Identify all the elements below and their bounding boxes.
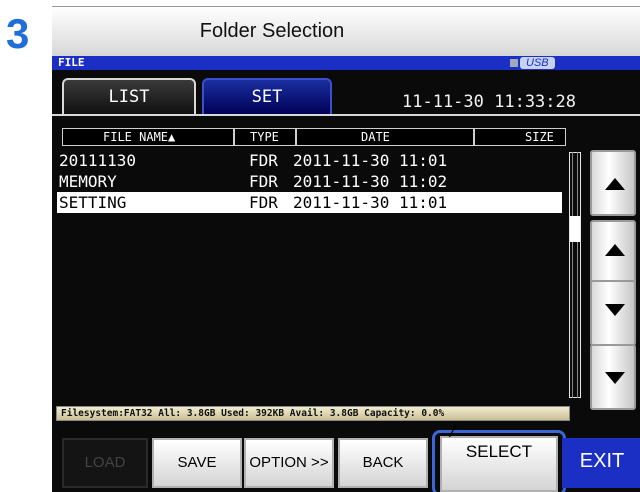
usb-label: USB <box>520 57 555 69</box>
column-header-size-label: SIZE <box>525 130 554 144</box>
file-name: 20111130 <box>59 151 137 170</box>
column-header-date-label: DATE <box>361 130 390 144</box>
list-item-selected[interactable]: SETTING FDR 2011-11-30 11:01 <box>57 192 562 213</box>
file-type: FDR <box>249 172 278 191</box>
device-screen: FILE USB LIST SET 11-11-30 11:33:28 FILE… <box>52 56 640 492</box>
column-header-type-label: TYPE <box>250 130 279 144</box>
page-down-button[interactable] <box>590 344 636 410</box>
screen-title: FILE <box>58 56 85 69</box>
tab-set[interactable]: SET <box>202 78 332 114</box>
file-type: FDR <box>249 151 278 170</box>
file-list: 20111130 FDR 2011-11-30 11:01 MEMORY FDR… <box>57 150 567 398</box>
list-item[interactable]: MEMORY FDR 2011-11-30 11:02 <box>57 171 562 192</box>
clock: 11-11-30 11:33:28 <box>402 92 576 112</box>
file-name: MEMORY <box>59 172 117 191</box>
tap-pointer-icon: / <box>450 420 456 442</box>
line-down-icon <box>605 304 625 316</box>
page-up-icon <box>605 178 625 190</box>
page-title: Folder Selection <box>199 20 345 42</box>
save-button[interactable]: SAVE <box>152 438 242 488</box>
file-name: SETTING <box>59 193 127 212</box>
list-item[interactable]: 20111130 FDR 2011-11-30 11:01 <box>57 150 562 171</box>
file-date: 2011-11-30 11:02 <box>293 172 448 191</box>
page-up-button[interactable] <box>590 150 636 216</box>
file-date: 2011-11-30 11:01 <box>293 193 448 212</box>
back-button[interactable]: BACK <box>338 438 428 488</box>
page-down-icon <box>605 372 625 384</box>
option-button[interactable]: OPTION >> <box>244 438 334 488</box>
scrollbar-track <box>572 152 578 398</box>
column-header-name[interactable]: FILE NAME▲ <box>62 128 234 146</box>
column-header-size[interactable]: SIZE <box>474 128 566 146</box>
load-button[interactable]: LOAD <box>62 438 148 488</box>
line-up-icon <box>605 244 625 256</box>
tab-list[interactable]: LIST <box>62 78 196 114</box>
column-header-type[interactable]: TYPE <box>234 128 296 146</box>
column-header-date[interactable]: DATE <box>296 128 474 146</box>
usb-indicator: USB <box>510 56 555 70</box>
filesystem-status: Filesystem:FAT32 All: 3.8GB Used: 392KB … <box>56 406 570 421</box>
scrollbar-thumb[interactable] <box>570 216 580 242</box>
step-number: 3 <box>6 10 30 57</box>
line-up-button[interactable] <box>590 220 636 286</box>
select-button[interactable]: SELECT <box>440 436 558 492</box>
file-date: 2011-11-30 11:01 <box>293 151 448 170</box>
tab-divider <box>52 114 640 116</box>
file-type: FDR <box>249 193 278 212</box>
title-bar: FILE USB <box>52 56 640 70</box>
exit-button[interactable]: EXIT <box>562 438 640 488</box>
line-down-button[interactable] <box>590 280 636 346</box>
usb-icon <box>510 59 518 68</box>
column-header-name-label: FILE NAME▲ <box>103 130 176 144</box>
